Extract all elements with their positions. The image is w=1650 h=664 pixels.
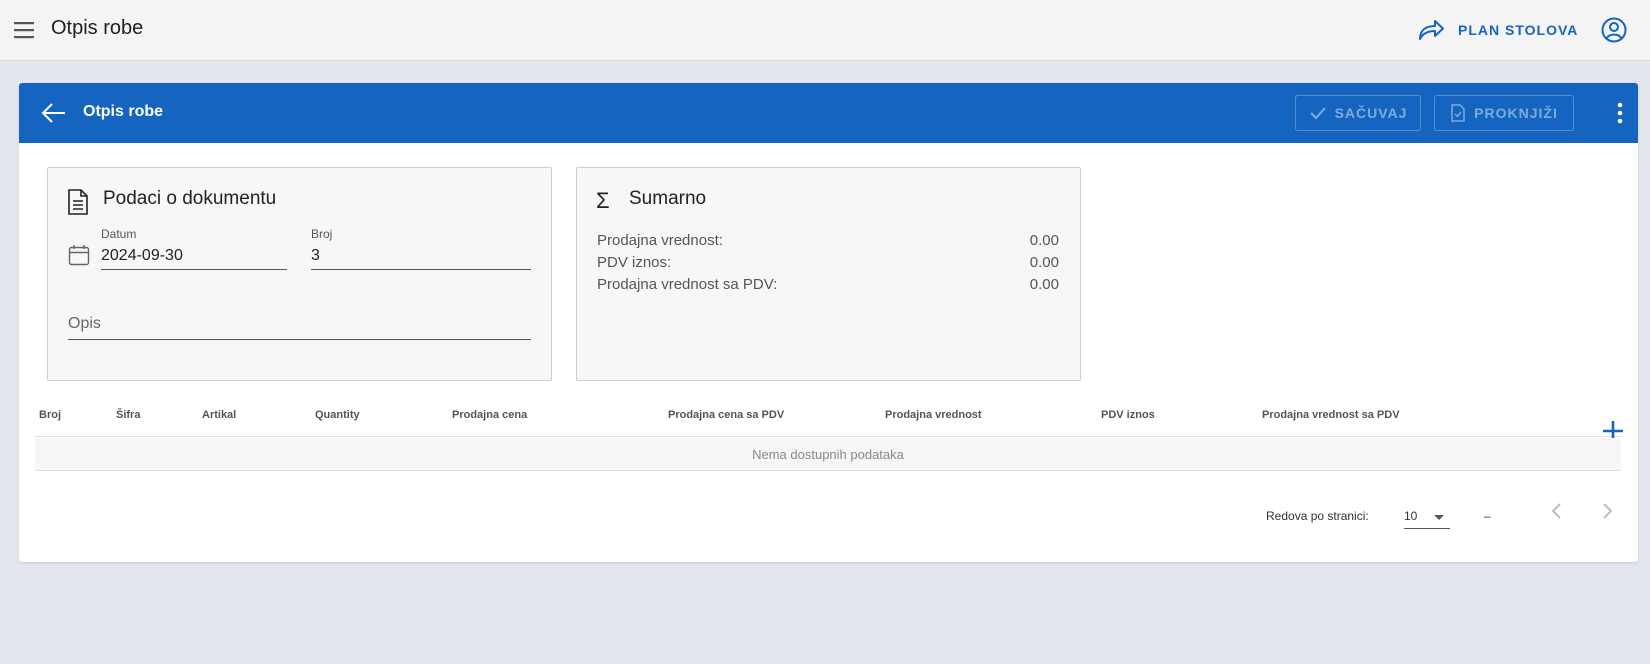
column-header-broj[interactable]: Broj bbox=[39, 409, 61, 421]
rows-per-page-value: 10 bbox=[1404, 509, 1418, 523]
forward-arrow-icon bbox=[1419, 20, 1444, 40]
page-range-text: – bbox=[1484, 509, 1491, 523]
document-icon bbox=[68, 189, 88, 215]
summary-row-label: Prodajna vrednost sa PDV: bbox=[597, 276, 778, 293]
column-header-sifra[interactable]: Šifra bbox=[116, 409, 140, 421]
column-header-pdv-iznos[interactable]: PDV iznos bbox=[1101, 409, 1155, 421]
summary-row-label: Prodajna vrednost: bbox=[597, 232, 723, 249]
rows-per-page-label: Redova po stranici: bbox=[1266, 509, 1369, 523]
plan-stolova-button[interactable]: PLAN STOLOVA bbox=[1416, 14, 1578, 46]
summary-row-value: 0.00 bbox=[1029, 232, 1059, 249]
post-button-label: PROKNJIŽI bbox=[1474, 105, 1558, 121]
document-check-icon bbox=[1451, 104, 1465, 122]
column-header-quantity[interactable]: Quantity bbox=[315, 409, 360, 421]
save-button[interactable]: SAČUVAJ bbox=[1295, 95, 1421, 131]
column-header-artikal[interactable]: Artikal bbox=[202, 409, 236, 421]
empty-table-message: Nema dostupnih podataka bbox=[35, 438, 1621, 471]
document-card: Otpis robe SAČUVAJ PROKNJIŽI Podaci o do… bbox=[19, 83, 1638, 562]
sigma-icon: Σ bbox=[596, 188, 610, 213]
datum-label: Datum bbox=[101, 227, 137, 241]
menu-icon[interactable] bbox=[12, 18, 36, 42]
summary-row: Prodajna vrednost: 0.00 bbox=[597, 232, 1059, 249]
rows-per-page-select[interactable]: 10 bbox=[1404, 501, 1450, 529]
card-header: Otpis robe SAČUVAJ PROKNJIŽI bbox=[19, 83, 1638, 143]
chevron-left-icon[interactable] bbox=[1545, 499, 1569, 523]
card-title: Otpis robe bbox=[83, 103, 164, 120]
document-details-panel: Podaci o dokumentu Datum Broj bbox=[47, 167, 552, 381]
more-vert-icon[interactable] bbox=[1612, 101, 1628, 125]
summary-row-value: 0.00 bbox=[1029, 254, 1059, 271]
broj-label: Broj bbox=[311, 227, 333, 241]
account-circle-icon[interactable] bbox=[1600, 16, 1628, 44]
column-header-prodajna-cena[interactable]: Prodajna cena bbox=[452, 409, 527, 421]
summary-row-label: PDV iznos: bbox=[597, 254, 672, 271]
back-arrow-icon[interactable] bbox=[41, 101, 67, 125]
post-button[interactable]: PROKNJIŽI bbox=[1434, 95, 1574, 131]
check-icon bbox=[1309, 107, 1326, 120]
datum-field[interactable] bbox=[101, 246, 287, 270]
column-header-prodajna-vrednost-sa-pdv[interactable]: Prodajna vrednost sa PDV bbox=[1262, 409, 1400, 421]
broj-field[interactable] bbox=[311, 246, 531, 270]
save-button-label: SAČUVAJ bbox=[1334, 105, 1408, 121]
chevron-right-icon[interactable] bbox=[1595, 499, 1619, 523]
app-bar: Otpis robe PLAN STOLOVA bbox=[0, 0, 1650, 61]
app-title: Otpis robe bbox=[51, 17, 144, 39]
column-header-prodajna-vrednost[interactable]: Prodajna vrednost bbox=[885, 409, 982, 421]
opis-field[interactable] bbox=[68, 312, 531, 340]
summary-row-value: 0.00 bbox=[1029, 276, 1059, 293]
column-header-prodajna-cena-sa-pdv[interactable]: Prodajna cena sa PDV bbox=[668, 409, 784, 421]
document-panel-title: Podaci o dokumentu bbox=[103, 188, 277, 209]
chevron-down-icon bbox=[1434, 515, 1444, 520]
summary-panel: Σ Sumarno Prodajna vrednost: 0.00 PDV iz… bbox=[576, 167, 1081, 381]
summary-row: PDV iznos: 0.00 bbox=[597, 254, 1059, 271]
calendar-icon[interactable] bbox=[68, 244, 90, 266]
table-header: Broj Šifra Artikal Quantity Prodajna cen… bbox=[35, 393, 1621, 437]
summary-panel-title: Sumarno bbox=[629, 188, 707, 209]
summary-row: Prodajna vrednost sa PDV: 0.00 bbox=[597, 276, 1059, 293]
plan-stolova-label: PLAN STOLOVA bbox=[1458, 22, 1579, 38]
